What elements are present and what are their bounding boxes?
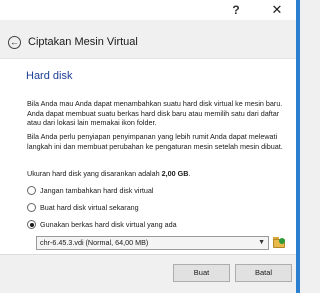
recommended-size-text: Ukuran hard disk yang disarankan adalah … — [27, 169, 289, 179]
radio-no-disk[interactable]: Jangan tambahkan hard disk virtual — [27, 185, 153, 196]
description-paragraph-2: Bila Anda perlu penyiapan penyimpanan ya… — [27, 132, 283, 151]
recommended-size-suffix: . — [188, 169, 191, 178]
radio-button[interactable] — [27, 203, 36, 212]
back-arrow-icon[interactable]: ← — [8, 36, 21, 49]
radio-label: Jangan tambahkan hard disk virtual — [40, 186, 154, 195]
help-button[interactable]: ? — [222, 0, 250, 20]
recommended-size-value: 2,00 GB — [161, 169, 189, 178]
wizard-title: Ciptakan Mesin Virtual — [28, 36, 138, 48]
recommended-size-prefix: Ukuran hard disk yang disarankan adalah — [27, 169, 162, 178]
vdi-file-value: chr-6.45.3.vdi (Normal, 64,00 MB) — [40, 238, 149, 247]
radio-create-disk[interactable]: Buat hard disk virtual sekarang — [27, 202, 139, 213]
create-button[interactable]: Buat — [173, 264, 230, 282]
window-edge — [296, 0, 300, 293]
radio-button[interactable] — [27, 220, 36, 229]
cancel-button[interactable]: Batal — [235, 264, 292, 282]
radio-label: Buat hard disk virtual sekarang — [40, 203, 139, 212]
folder-open-icon[interactable] — [273, 235, 287, 249]
close-button[interactable]: ✕ — [254, 0, 300, 20]
radio-label: Gunakan berkas hard disk virtual yang ad… — [40, 220, 177, 229]
title-bar: ? ✕ — [0, 0, 300, 20]
radio-button[interactable] — [27, 186, 36, 195]
folder-badge-shape — [279, 238, 285, 244]
hard-disk-page: Hard disk Bila Anda mau Anda dapat menam… — [0, 58, 300, 255]
section-title: Hard disk — [26, 70, 73, 82]
vdi-file-select[interactable]: chr-6.45.3.vdi (Normal, 64,00 MB) ▼ — [36, 236, 269, 250]
radio-use-existing-disk[interactable]: Gunakan berkas hard disk virtual yang ad… — [27, 219, 177, 230]
description-paragraph-1: Bila Anda mau Anda dapat menambahkan sua… — [27, 99, 283, 127]
wizard-header: ← Ciptakan Mesin Virtual — [0, 26, 300, 58]
chevron-down-icon[interactable]: ▼ — [258, 237, 265, 249]
